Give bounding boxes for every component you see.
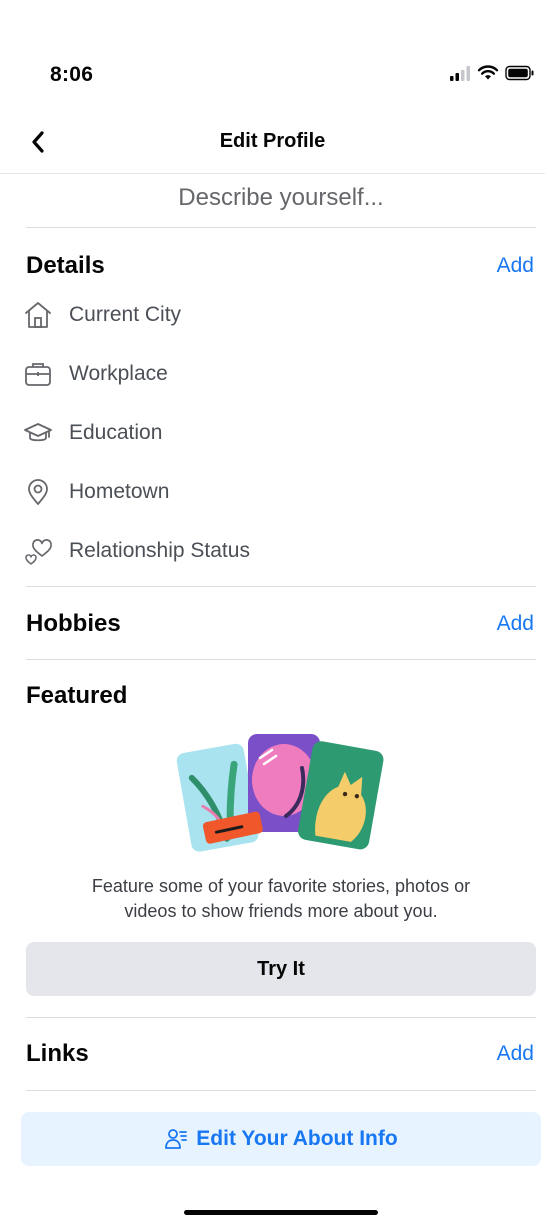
edit-about-info-button[interactable]: Edit Your About Info: [21, 1112, 541, 1166]
details-add-button[interactable]: Add: [497, 254, 534, 278]
divider: [26, 659, 536, 660]
battery-icon: [505, 65, 534, 80]
detail-label: Workplace: [69, 362, 168, 385]
featured-cards-illustration: [176, 734, 384, 852]
links-add-button[interactable]: Add: [497, 1042, 534, 1066]
try-it-button[interactable]: Try It: [26, 942, 536, 996]
briefcase-icon: [22, 358, 54, 390]
cellular-signal-icon: [450, 65, 470, 81]
featured-description: Feature some of your favorite stories, p…: [40, 874, 522, 924]
details-header: Details Add: [26, 246, 536, 286]
edit-about-info-label: Edit Your About Info: [196, 1127, 398, 1150]
details-title: Details: [26, 252, 105, 279]
hobbies-add-button[interactable]: Add: [497, 612, 534, 636]
hearts-icon: [22, 535, 54, 567]
location-pin-icon: [22, 476, 54, 508]
featured-header: Featured: [26, 676, 536, 716]
detail-label: Hometown: [69, 480, 170, 503]
links-header: Links Add: [26, 1034, 536, 1074]
status-time: 8:06: [50, 63, 94, 86]
featured-title: Featured: [26, 682, 128, 709]
page-title: Edit Profile: [219, 130, 326, 152]
detail-label: Current City: [69, 303, 182, 326]
detail-item-education[interactable]: Education: [22, 411, 162, 455]
featured-description-line-2: videos to show friends more about you.: [124, 901, 438, 921]
links-title: Links: [26, 1040, 89, 1067]
divider: [26, 586, 536, 587]
hobbies-header: Hobbies Add: [26, 604, 536, 644]
detail-item-workplace[interactable]: Workplace: [22, 352, 168, 396]
bio-input[interactable]: Describe yourself...: [26, 176, 536, 228]
status-bar: 8:06: [0, 0, 545, 110]
divider: [26, 1017, 536, 1018]
featured-description-line-1: Feature some of your favorite stories, p…: [91, 876, 471, 896]
hobbies-title: Hobbies: [26, 610, 121, 637]
status-icons: [449, 64, 535, 81]
wifi-icon: [477, 65, 499, 80]
home-indicator: [184, 1210, 378, 1215]
graduation-cap-icon: [22, 417, 54, 449]
person-list-icon: [165, 1129, 188, 1149]
detail-item-current-city[interactable]: Current City: [22, 293, 181, 337]
detail-label: Education: [69, 421, 163, 444]
nav-bar: Edit Profile: [0, 110, 545, 174]
divider: [26, 1090, 536, 1091]
detail-item-relationship-status[interactable]: Relationship Status: [22, 529, 250, 573]
detail-label: Relationship Status: [69, 539, 250, 562]
house-icon: [22, 299, 54, 331]
detail-item-hometown[interactable]: Hometown: [22, 470, 169, 514]
